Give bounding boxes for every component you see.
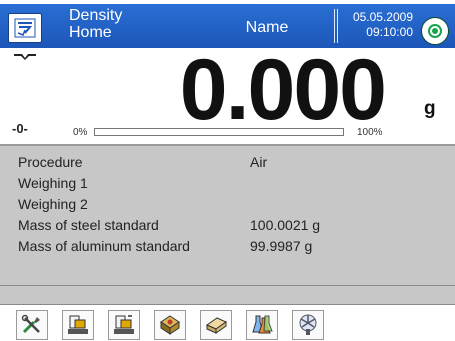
menu-icon [14,18,36,38]
time-text: 09:10:00 [366,25,413,39]
reading-area: -0- 0.000 g 0% 100% [0,42,455,144]
info-label-procedure: Procedure [18,154,83,170]
profile-name: Home [69,24,112,41]
header-divider [334,9,335,43]
mode-name: Density [69,7,123,24]
tools-icon [21,314,40,334]
fan-button[interactable] [292,310,324,340]
range-min-label: 0% [73,127,88,138]
info-label-weighing-2: Weighing 2 [18,196,88,212]
menu-button[interactable] [8,13,42,43]
mode-title: Density Home [69,7,122,41]
liquids-button[interactable] [246,310,278,340]
stability-icon [14,54,36,60]
unit-label[interactable]: g [424,98,436,120]
tools-button[interactable] [16,310,48,340]
header-divider [337,9,338,43]
tare-set-button[interactable] [108,310,140,340]
bottom-toolbar [0,305,455,341]
fan-icon [299,314,317,335]
tare-icon [68,315,88,334]
range-max-label: 100% [357,127,383,138]
level-status-button[interactable] [421,17,449,45]
user-name[interactable]: Name [232,19,302,37]
sinker-button[interactable] [200,310,232,340]
info-value-procedure: Air [250,154,268,170]
weight-value: 0.000 [179,42,387,138]
tare-set-icon [114,315,134,334]
liquids-icon [252,315,273,334]
status-strip [0,285,455,305]
info-value-aluminum-standard: 99.9987 g [250,238,313,254]
datetime: 05.05.2009 09:10:00 [342,10,413,40]
load-bar [94,128,344,136]
info-label-aluminum-standard: Mass of aluminum standard [18,238,190,254]
info-label-weighing-1: Weighing 1 [18,175,88,191]
date-text: 05.05.2009 [352,10,413,24]
level-icon [428,24,442,38]
sample-button[interactable] [154,310,186,340]
sinker-icon [205,317,228,334]
info-value-steel-standard: 100.0021 g [250,217,321,233]
info-panel: Procedure Air Weighing 1 Weighing 2 Mass… [0,144,455,285]
info-label-steel-standard: Mass of steel standard [18,217,159,233]
tare-button[interactable] [62,310,94,340]
sample-icon [160,315,180,335]
zero-indicator: -0- [12,121,28,136]
